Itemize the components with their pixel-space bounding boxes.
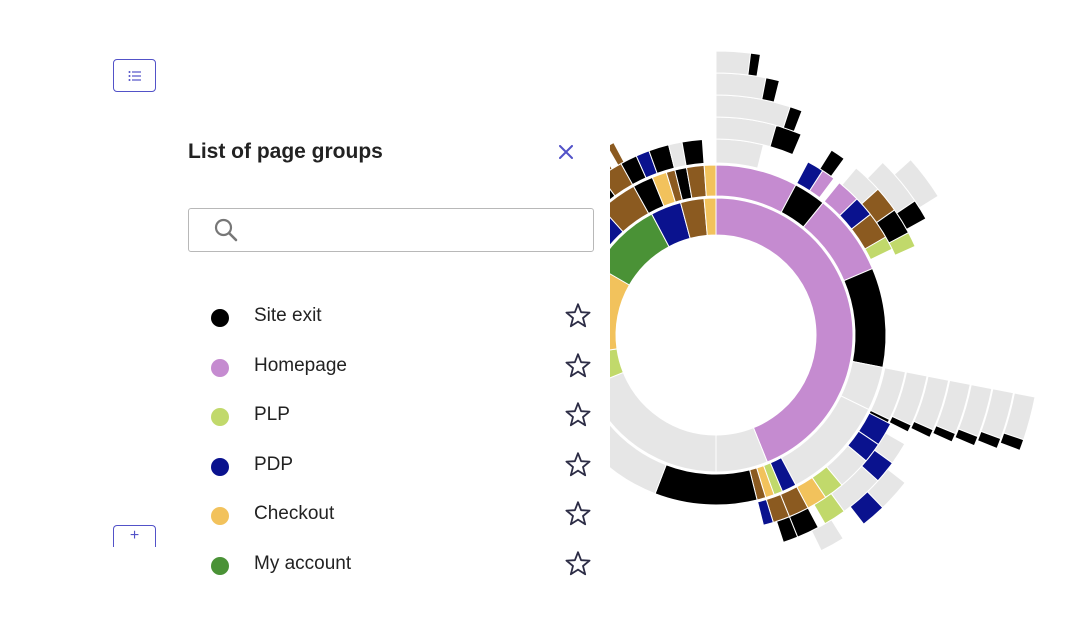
page-group-item[interactable]: My account: [170, 540, 610, 590]
star-outline-icon[interactable]: [563, 301, 593, 331]
panel-title: List of page groups: [188, 140, 383, 163]
list-icon: [128, 70, 141, 81]
page-group-item[interactable]: Site exit: [170, 292, 610, 342]
page-groups-panel: List of page groups Site exit Homepage PLP…: [170, 120, 610, 636]
search-input[interactable]: [247, 209, 593, 251]
page-group-item[interactable]: PDP: [170, 441, 610, 491]
color-dot: [211, 457, 229, 476]
star-outline-icon[interactable]: [563, 549, 593, 579]
search-box[interactable]: [188, 208, 594, 252]
sunburst-segment[interactable]: [769, 124, 802, 156]
page-group-list: Site exit Homepage PLP PDP Checkout My accoun…: [170, 292, 610, 590]
star-outline-icon[interactable]: [563, 499, 593, 529]
color-dot: [211, 556, 229, 575]
page-group-label: PLP: [254, 404, 290, 426]
search-icon: [213, 217, 239, 243]
page-group-label: Site exit: [254, 305, 322, 326]
page-group-item[interactable]: Homepage: [170, 342, 610, 392]
close-icon: [559, 145, 573, 159]
color-dot: [211, 309, 229, 327]
sunburst-segment[interactable]: [747, 52, 761, 77]
sunburst-segment[interactable]: [715, 72, 767, 100]
add-button[interactable]: +: [113, 525, 156, 547]
page-group-label: Checkout: [254, 503, 335, 525]
color-dot: [211, 358, 229, 377]
star-outline-icon[interactable]: [563, 450, 593, 480]
color-dot: [211, 507, 229, 526]
page-group-item[interactable]: Checkout: [170, 490, 610, 540]
page-group-item[interactable]: PLP: [170, 391, 610, 441]
sunburst-segment[interactable]: [681, 138, 705, 167]
sunburst-segment[interactable]: [703, 164, 717, 197]
page-group-label: My account: [254, 552, 352, 574]
color-dot: [211, 408, 229, 427]
toggle-list-button[interactable]: [113, 59, 156, 92]
sunburst-segment[interactable]: [715, 50, 752, 76]
close-button[interactable]: [554, 140, 578, 164]
star-outline-icon[interactable]: [563, 351, 593, 381]
star-outline-icon[interactable]: [563, 400, 593, 430]
page-group-label: Homepage: [254, 354, 347, 376]
page-group-label: PDP: [254, 453, 294, 475]
